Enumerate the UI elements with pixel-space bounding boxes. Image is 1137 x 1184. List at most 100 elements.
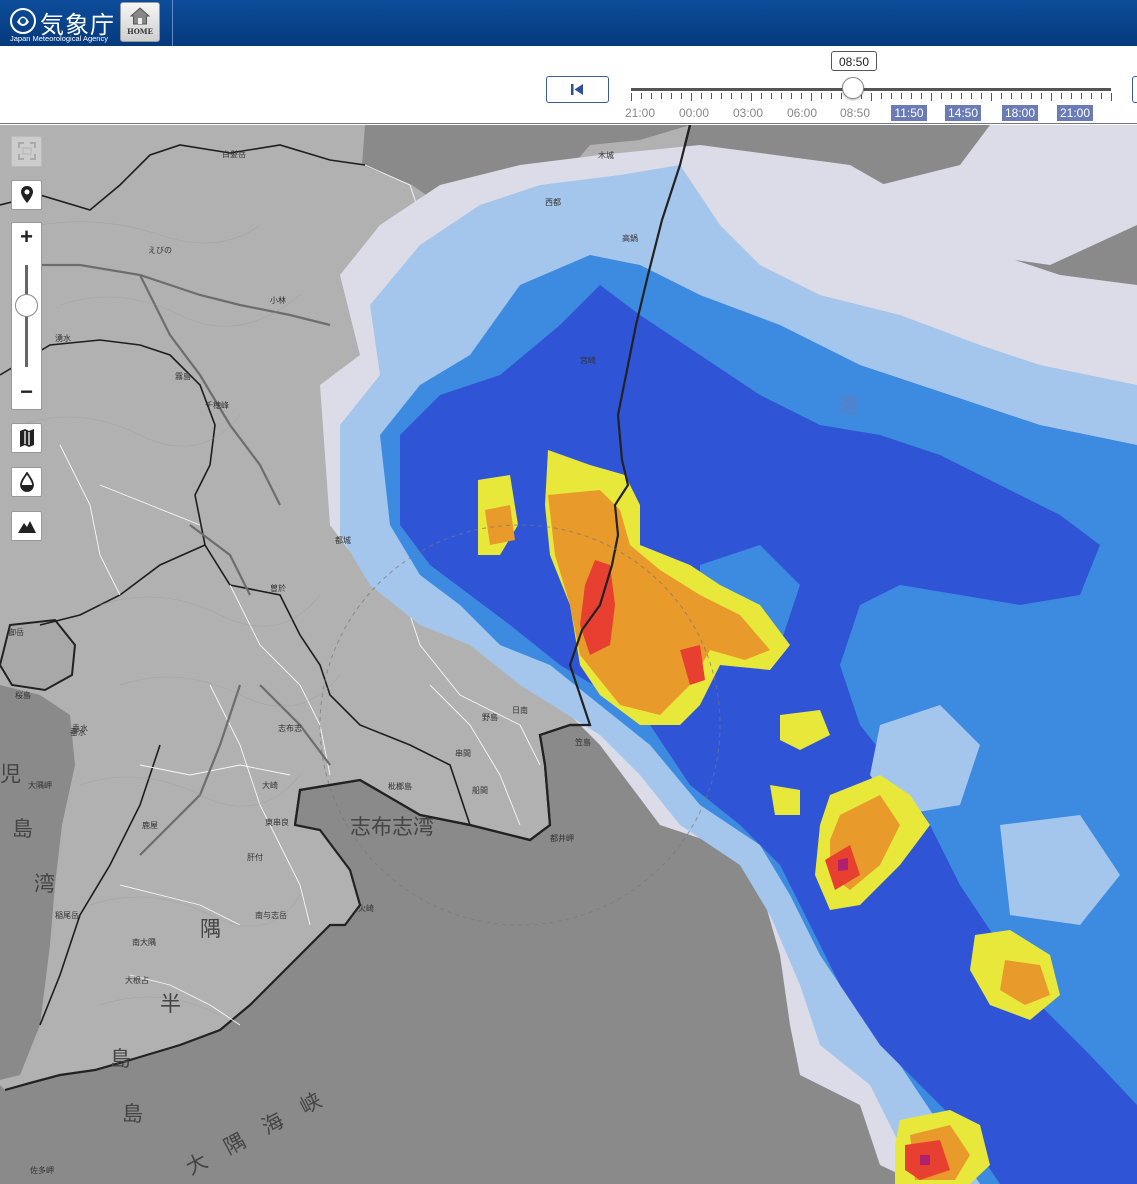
slider-tick xyxy=(891,93,892,99)
slider-tick xyxy=(811,93,812,101)
slider-tick xyxy=(1001,93,1002,99)
jma-emblem-icon xyxy=(10,8,36,34)
slider-tick xyxy=(661,93,662,99)
slider-tick xyxy=(921,93,922,99)
map-canvas[interactable] xyxy=(0,125,1137,1184)
place-label: 南大隅 xyxy=(132,938,156,947)
label-wan: 湾 xyxy=(34,872,55,896)
place-label: 船間 xyxy=(472,786,488,795)
slider-tick xyxy=(1031,93,1032,99)
place-label: 稲尾岳 xyxy=(55,911,79,920)
map-type-button[interactable] xyxy=(11,423,42,453)
slider-tick xyxy=(901,93,902,99)
zoom-control: + − xyxy=(11,222,42,410)
current-location-button[interactable] xyxy=(11,180,42,210)
slider-tick xyxy=(821,93,822,99)
slider-tick xyxy=(641,93,642,99)
terrain-layer-button[interactable] xyxy=(11,511,42,541)
slider-tick xyxy=(1061,93,1062,99)
slider-tick xyxy=(981,93,982,99)
time-slider-ticks xyxy=(631,93,1112,101)
fullscreen-icon xyxy=(18,142,36,160)
jump-to-start-button[interactable] xyxy=(546,76,609,103)
slider-tick xyxy=(711,93,712,99)
time-label-8[interactable]: 21:00 xyxy=(1057,105,1093,121)
slider-tick xyxy=(991,93,992,101)
time-label-4[interactable]: 08:50 xyxy=(837,105,873,121)
slider-tick xyxy=(741,93,742,99)
place-label: 西都 xyxy=(545,198,561,207)
place-label: 御岳 xyxy=(8,628,24,637)
slider-tick xyxy=(751,93,752,101)
header-divider xyxy=(172,0,173,46)
place-label: 白髪岳 xyxy=(222,150,246,159)
slider-tick xyxy=(671,93,672,99)
place-label: 野島 xyxy=(482,713,498,722)
slider-tick xyxy=(1021,93,1022,99)
slider-tick xyxy=(731,93,732,99)
zoom-in-button[interactable]: + xyxy=(12,223,41,253)
time-slider-track[interactable] xyxy=(631,88,1111,91)
place-label: 桜島 xyxy=(15,691,31,700)
label-shima-2: 島 xyxy=(110,1047,131,1071)
slider-tick xyxy=(941,93,942,99)
rain-radar-map[interactable]: 志布志湾 大隅海峡 灘 島 湾 隅 半 島 島 児 白髪岳 えびの 小林 湧水 … xyxy=(0,125,1137,1184)
slider-tick xyxy=(1091,93,1092,99)
skip-to-start-icon xyxy=(571,84,583,95)
label-shibushi-bay: 志布志湾 xyxy=(350,815,434,839)
fullscreen-button[interactable] xyxy=(11,136,42,167)
time-label-0[interactable]: 21:00 xyxy=(622,105,658,121)
slider-tick xyxy=(631,93,632,101)
label-han: 半 xyxy=(160,992,181,1016)
place-label: 曽於 xyxy=(270,584,286,593)
place-label: 垂水 xyxy=(72,724,88,733)
time-label-1[interactable]: 00:00 xyxy=(676,105,712,121)
next-control-button[interactable] xyxy=(1132,76,1137,103)
slider-tick xyxy=(701,93,702,99)
slider-tick xyxy=(691,93,692,101)
slider-tick xyxy=(1081,93,1082,99)
place-label: 小林 xyxy=(270,296,286,305)
place-label: 宮崎 xyxy=(580,356,596,365)
time-control-bar: 08:50 21:00 00:00 03:00 06:00 08:50 11:50 14:5… xyxy=(0,46,1137,124)
time-label-3[interactable]: 06:00 xyxy=(784,105,820,121)
place-label: 湧水 xyxy=(55,334,71,343)
slider-tick xyxy=(651,93,652,99)
place-label: 日南 xyxy=(512,706,528,715)
folded-map-icon xyxy=(20,429,34,447)
zoom-out-button[interactable]: − xyxy=(12,379,41,409)
time-label-2[interactable]: 03:00 xyxy=(730,105,766,121)
slider-tick xyxy=(761,93,762,99)
home-button[interactable]: HOME xyxy=(120,2,160,42)
slider-tick xyxy=(771,93,772,99)
time-label-5[interactable]: 11:50 xyxy=(891,105,927,121)
place-label: 火崎 xyxy=(358,904,374,913)
slider-tick xyxy=(1111,93,1112,101)
home-label: HOME xyxy=(127,27,153,36)
time-slider-thumb[interactable] xyxy=(842,77,864,99)
slider-tick xyxy=(791,93,792,99)
slider-tick xyxy=(961,93,962,99)
label-ji: 児 xyxy=(0,762,21,786)
place-label: えびの xyxy=(148,246,172,255)
place-label: 大崎 xyxy=(262,781,278,790)
zoom-slider-thumb[interactable] xyxy=(15,294,38,317)
slider-tick xyxy=(781,93,782,99)
time-label-7[interactable]: 18:00 xyxy=(1002,105,1038,121)
header-bar: 気象庁 Japan Meteorological Agency HOME xyxy=(0,0,1137,46)
slider-tick xyxy=(1101,93,1102,99)
house-icon xyxy=(130,7,150,25)
current-time-tooltip: 08:50 xyxy=(831,51,877,71)
slider-tick xyxy=(721,93,722,99)
place-label: 串間 xyxy=(455,749,471,758)
rain-layer-button[interactable] xyxy=(11,467,42,497)
place-label: 都井岬 xyxy=(550,834,574,843)
logo-english-text: Japan Meteorological Agency xyxy=(10,34,108,43)
place-label: 枇榔島 xyxy=(388,782,412,791)
label-shima-3: 島 xyxy=(122,1102,143,1126)
slider-tick xyxy=(1011,93,1012,99)
time-label-6[interactable]: 14:50 xyxy=(945,105,981,121)
slider-tick xyxy=(911,93,912,99)
slider-tick xyxy=(871,93,872,101)
label-shima-1: 島 xyxy=(12,817,33,841)
